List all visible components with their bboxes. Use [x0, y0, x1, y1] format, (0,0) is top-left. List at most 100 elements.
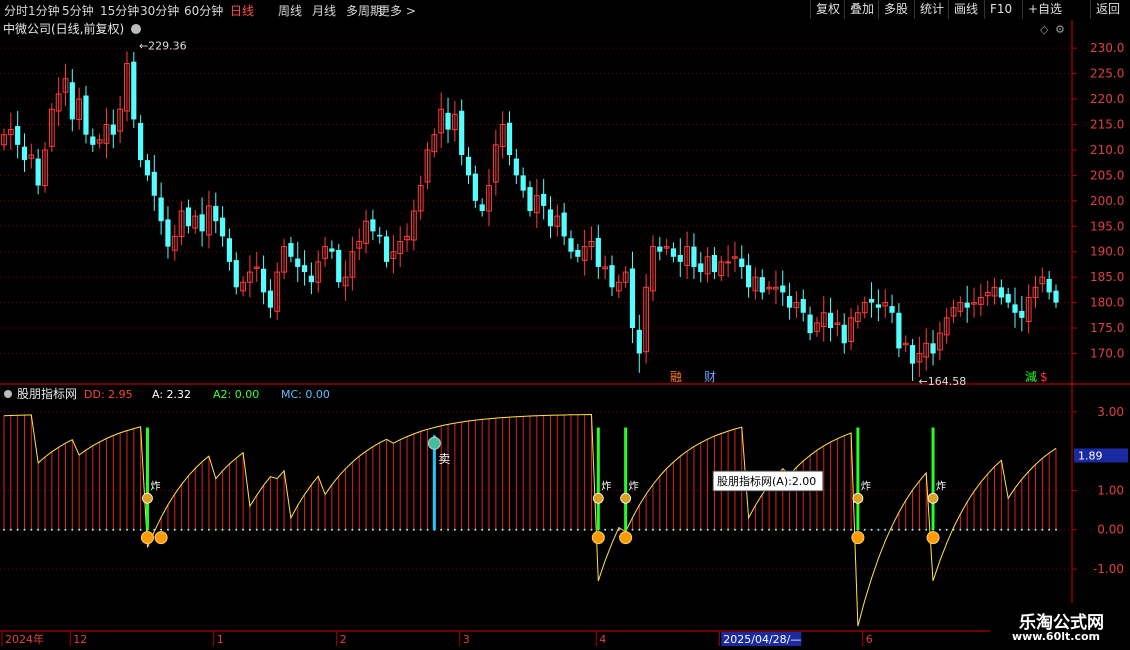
- price-tick-label: 175.0: [1090, 321, 1124, 335]
- a2-zero-dot: [884, 528, 887, 531]
- a2-zero-dot: [863, 528, 866, 531]
- tab-timeframe-8[interactable]: 月线: [312, 2, 336, 19]
- toolbar-button-7[interactable]: 返回: [1090, 0, 1125, 19]
- a2-zero-dot: [303, 528, 306, 531]
- a2-zero-dot: [481, 528, 484, 531]
- candle-body-down: [547, 209, 554, 227]
- toolbar-button-4[interactable]: 画线: [948, 0, 983, 19]
- candle-body-down: [288, 243, 294, 257]
- a2-zero-dot: [317, 528, 320, 531]
- toolbar-button-3[interactable]: 统计: [914, 0, 949, 19]
- a2-zero-dot: [679, 528, 682, 531]
- a2-zero-dot: [426, 528, 429, 531]
- indicator-chevron-icon: [4, 390, 12, 398]
- candle-body-down: [807, 314, 813, 334]
- candle-body-down: [479, 204, 485, 211]
- a2-zero-dot: [1000, 528, 1003, 531]
- candle-body-up: [725, 261, 732, 264]
- candle-body-down: [657, 246, 663, 252]
- xaxis-label: 2025/04/28/—: [723, 633, 801, 646]
- a2-zero-dot: [9, 528, 12, 531]
- a2-zero-dot: [269, 528, 272, 531]
- tab-timeframe-7[interactable]: 周线: [278, 2, 302, 19]
- tab-timeframe-10[interactable]: 更多 >: [378, 2, 416, 19]
- price-tick-label: 215.0: [1090, 118, 1124, 132]
- up-arrow-icon: [140, 531, 154, 545]
- candle-body-down: [513, 158, 519, 176]
- candle-body-down: [827, 312, 834, 329]
- a2-zero-dot: [706, 528, 709, 531]
- a2-zero-dot: [324, 528, 327, 531]
- a2-zero-dot: [242, 528, 245, 531]
- candle-body-down: [233, 260, 239, 288]
- a2-zero-dot: [228, 528, 231, 531]
- indicator-title: 股朋指标网: [17, 386, 77, 401]
- a2-zero-dot: [344, 528, 347, 531]
- a2-zero-dot: [460, 528, 463, 531]
- settings-icon: ⚙: [1055, 23, 1065, 36]
- finance-marker: 财: [704, 370, 716, 384]
- chart-area: 炸 炸 炸 炸 炸 卖 170.0 175.0 180.0 185.0 190.0 195.0 200…: [0, 20, 1130, 650]
- tab-timeframe-3[interactable]: 15分钟: [100, 2, 139, 19]
- xaxis-label: 2024年: [5, 632, 44, 646]
- a2-zero-dot: [57, 528, 60, 531]
- a2-zero-dot: [836, 528, 839, 531]
- candle-body-down: [875, 304, 881, 308]
- a2-zero-dot: [1020, 528, 1023, 531]
- candle-body-down: [841, 324, 847, 344]
- candle-body-down: [377, 234, 383, 237]
- candle-body-down: [219, 217, 226, 237]
- candle-body-down: [629, 268, 636, 329]
- tab-timeframe-0[interactable]: 分时: [4, 2, 28, 19]
- a2-zero-dot: [50, 528, 53, 531]
- up-arrow-icon: [851, 531, 865, 545]
- toolbar-button-0[interactable]: 复权: [810, 0, 845, 19]
- a2-zero-dot: [1041, 528, 1044, 531]
- a2-zero-dot: [337, 528, 340, 531]
- a2-zero-dot: [105, 528, 108, 531]
- toolbar-button-1[interactable]: 叠加: [844, 0, 879, 19]
- a2-zero-dot: [986, 528, 989, 531]
- toolbar-button-6[interactable]: +自选: [1022, 0, 1067, 19]
- a2-zero-dot: [672, 528, 675, 531]
- a2-zero-dot: [1048, 528, 1051, 531]
- price-tick-label: 230.0: [1090, 41, 1124, 55]
- tab-timeframe-1[interactable]: 1分钟: [28, 2, 60, 19]
- toolbar-button-5[interactable]: F10: [984, 0, 1017, 19]
- money-bag-icon: [142, 492, 153, 504]
- a2-zero-dot: [631, 528, 634, 531]
- candle-body-down: [110, 124, 116, 135]
- a2-zero-dot: [529, 528, 531, 531]
- candle-body-down: [595, 237, 601, 267]
- price-tick-label: 210.0: [1090, 143, 1124, 157]
- tab-timeframe-4[interactable]: 30分钟: [140, 2, 179, 19]
- candle-body-down: [575, 249, 581, 257]
- a2-zero-dot: [501, 528, 504, 531]
- tab-timeframe-6[interactable]: 日线: [230, 2, 254, 19]
- tab-timeframe-2[interactable]: 5分钟: [62, 2, 94, 19]
- a2-zero-dot: [330, 528, 333, 531]
- a2-zero-dot: [296, 528, 299, 531]
- a2-zero-dot: [310, 528, 313, 531]
- a2-zero-dot: [925, 528, 928, 531]
- candle-body-down: [15, 126, 21, 145]
- candle-body-down: [213, 205, 219, 222]
- tab-timeframe-9[interactable]: 多周期: [346, 2, 382, 19]
- candle-body-down: [677, 255, 683, 262]
- a2-zero-dot: [412, 528, 415, 531]
- candle-body-down: [158, 197, 164, 222]
- a2-zero-dot: [870, 528, 873, 531]
- a2-zero-dot: [221, 528, 224, 531]
- tab-timeframe-5[interactable]: 60分钟: [184, 2, 223, 19]
- dollar-marker: $: [1040, 370, 1048, 384]
- a2-zero-dot: [542, 528, 545, 531]
- a2-zero-dot: [829, 528, 832, 531]
- a2-zero-dot: [993, 528, 996, 531]
- signal-label-zha: 炸: [629, 481, 639, 493]
- candle-body-down: [964, 302, 970, 308]
- money-bag-icon: [852, 492, 864, 504]
- candle-body-down: [90, 136, 96, 145]
- a2-zero-dot: [255, 528, 258, 531]
- xaxis-label: 6: [866, 633, 873, 646]
- toolbar-button-2[interactable]: 多股: [878, 0, 913, 19]
